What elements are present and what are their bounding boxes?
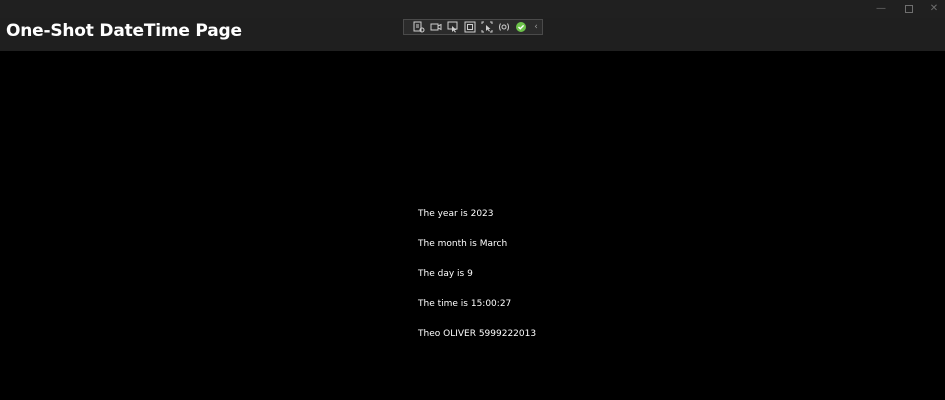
year-text: The year is 2023: [418, 209, 494, 219]
minimize-button[interactable]: —: [867, 0, 895, 18]
minimize-icon: —: [876, 3, 886, 14]
display-layout-adorners-icon[interactable]: [462, 20, 477, 34]
page-title: One-Shot DateTime Page: [6, 21, 242, 41]
window-titlebar: — ✕: [0, 0, 945, 18]
datetime-content: The year is 2023 The month is March The …: [418, 208, 536, 358]
live-visual-tree-icon[interactable]: [411, 20, 426, 34]
binding-failures-icon[interactable]: [496, 20, 511, 34]
author-text: Theo OLIVER 5999222013: [418, 329, 537, 339]
debug-toolbar: ‹: [403, 19, 543, 35]
collapse-toolbar-button[interactable]: ‹: [530, 20, 542, 34]
month-text: The month is March: [418, 239, 508, 249]
time-text: The time is 15:00:27: [418, 299, 512, 309]
day-text: The day is 9: [418, 269, 473, 279]
track-focus-icon[interactable]: [479, 20, 494, 34]
chevron-left-icon: ‹: [534, 22, 538, 32]
maximize-button[interactable]: [895, 0, 923, 18]
maximize-icon: [905, 5, 913, 13]
hot-reload-status-icon[interactable]: [513, 20, 528, 34]
video-capture-icon[interactable]: [428, 20, 443, 34]
select-element-icon[interactable]: [445, 20, 460, 34]
close-button[interactable]: ✕: [920, 0, 945, 18]
app-window: — ✕ One-Shot DateTime Page ‹ The year is…: [0, 0, 945, 400]
close-icon: ✕: [929, 3, 939, 14]
